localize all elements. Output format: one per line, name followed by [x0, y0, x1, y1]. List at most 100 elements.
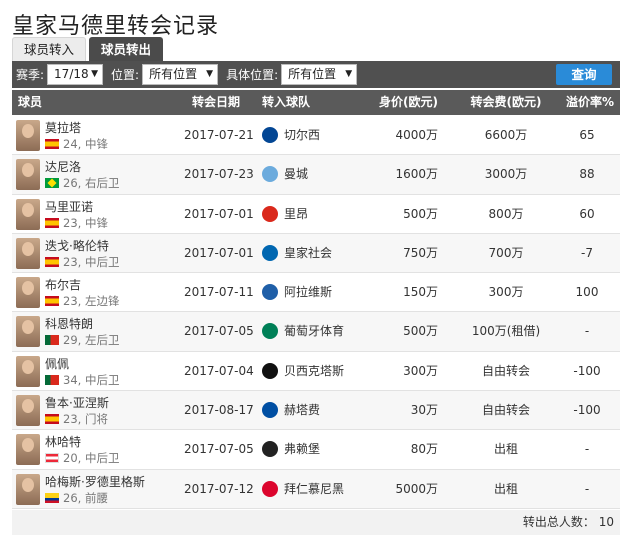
player-info: 23, 中锋: [45, 215, 108, 231]
player-age-position: 20, 中后卫: [63, 451, 120, 466]
player-avatar[interactable]: [16, 355, 40, 387]
player-age-position: 23, 门将: [63, 412, 108, 427]
player-info: 26, 前腰: [45, 490, 108, 506]
transfer-fee: 700万: [488, 245, 524, 260]
premium-rate: -: [584, 481, 590, 496]
transfer-date: 2017-07-11: [184, 285, 254, 300]
player-name[interactable]: 科恩特朗: [45, 315, 93, 332]
club-name[interactable]: 赫塔费: [284, 391, 320, 429]
premium-rate: -7: [581, 245, 593, 260]
premium-rate: -: [584, 442, 590, 457]
table-row[interactable]: 佩佩 34, 中后卫 2017-07-04 贝西克塔斯 300万 自由转会 -100: [12, 352, 620, 392]
player-name[interactable]: 哈梅斯·罗德里格斯: [45, 473, 145, 490]
player-avatar[interactable]: [16, 159, 40, 191]
player-name[interactable]: 迭戈·略伦特: [45, 237, 109, 254]
player-age-position: 24, 中锋: [63, 137, 108, 151]
transfer-date: 2017-07-21: [184, 128, 254, 142]
club-badge-icon: [262, 166, 278, 183]
player-info: 23, 门将: [45, 411, 108, 427]
query-button[interactable]: 查询: [556, 64, 612, 85]
player-avatar[interactable]: [16, 120, 40, 151]
club-badge-icon: [262, 284, 278, 301]
transfer-date: 2017-07-12: [184, 481, 254, 496]
tab-transfers-in[interactable]: 球员转入: [12, 37, 87, 61]
player-name[interactable]: 林哈特: [45, 433, 81, 450]
transfer-fee: 出租: [493, 481, 518, 496]
club-name[interactable]: 里昂: [284, 195, 308, 233]
season-select[interactable]: 17/18 ▼: [47, 64, 104, 85]
table-row[interactable]: 林哈特 20, 中后卫 2017-07-05 弗赖堡 80万 出租 -: [12, 430, 620, 470]
premium-rate: 100: [575, 285, 599, 300]
player-info: 20, 中后卫: [45, 450, 119, 466]
club-name[interactable]: 贝西克塔斯: [284, 352, 344, 390]
player-age-position: 29, 左后卫: [63, 333, 120, 348]
club-name[interactable]: 拜仁慕尼黑: [284, 470, 344, 508]
tab-transfers-out[interactable]: 球员转出: [89, 37, 164, 61]
detail-position-label: 具体位置:: [226, 68, 279, 82]
market-value: 150万: [403, 285, 438, 300]
player-avatar[interactable]: [16, 473, 40, 505]
club-name[interactable]: 阿拉维斯: [284, 273, 332, 311]
transfer-table: 莫拉塔 24, 中锋 2017-07-21 切尔西 4000万 6600万 65 达尼洛 26,…: [12, 116, 620, 509]
header-value: 身价(欧元): [379, 95, 438, 109]
player-age-position: 26, 前腰: [63, 490, 108, 505]
transfer-fee: 出租: [493, 442, 518, 457]
chevron-down-icon: ▼: [345, 69, 353, 79]
player-avatar[interactable]: [16, 316, 40, 348]
premium-rate: 60: [579, 206, 595, 221]
transfer-date: 2017-07-04: [184, 363, 254, 378]
player-name[interactable]: 莫拉塔: [45, 119, 81, 136]
header-fee: 转会费(欧元): [470, 95, 542, 109]
player-name[interactable]: 佩佩: [45, 355, 69, 372]
flag-icon: [45, 335, 59, 346]
transfer-fee: 800万: [488, 206, 524, 221]
market-value: 1600万: [395, 167, 438, 182]
market-value: 30万: [410, 403, 438, 418]
position-select-value: 所有位置: [149, 67, 198, 81]
player-age-position: 23, 左边锋: [63, 294, 120, 309]
player-info: 26, 右后卫: [45, 175, 119, 191]
club-name[interactable]: 切尔西: [284, 116, 320, 154]
player-name[interactable]: 马里亚诺: [45, 198, 93, 215]
club-badge-icon: [262, 402, 278, 419]
table-row[interactable]: 迭戈·略伦特 23, 中后卫 2017-07-01 皇家社会 750万 700万 -7: [12, 233, 620, 274]
premium-rate: -100: [573, 363, 601, 378]
player-name[interactable]: 布尔吉: [45, 276, 81, 293]
player-avatar[interactable]: [16, 277, 40, 309]
header-player: 球员: [18, 95, 43, 109]
player-avatar[interactable]: [16, 237, 40, 269]
player-avatar[interactable]: [16, 395, 40, 427]
premium-rate: 65: [579, 128, 595, 142]
player-info: 23, 中后卫: [45, 254, 119, 270]
table-row[interactable]: 马里亚诺 23, 中锋 2017-07-01 里昂 500万 800万 60: [12, 195, 620, 234]
player-name[interactable]: 鲁本·亚涅斯: [45, 394, 109, 411]
player-name[interactable]: 达尼洛: [45, 158, 81, 175]
transfer-fee: 300万: [488, 285, 524, 300]
market-value: 80万: [410, 442, 438, 457]
table-header: 球员 转会日期 转入球队 身价(欧元) 转会费(欧元) 溢价率%: [12, 90, 620, 115]
position-select[interactable]: 所有位置 ▼: [142, 64, 219, 85]
detail-position-select[interactable]: 所有位置 ▼: [281, 64, 358, 85]
market-value: 500万: [403, 206, 438, 221]
flag-icon: [45, 256, 59, 267]
flag-icon: [45, 178, 59, 189]
table-row[interactable]: 科恩特朗 29, 左后卫 2017-07-05 葡萄牙体育 500万 100万(租借) -: [12, 312, 620, 352]
season-select-value: 17/18: [54, 67, 89, 81]
table-row[interactable]: 达尼洛 26, 右后卫 2017-07-23 曼城 1600万 3000万 88: [12, 155, 620, 195]
transfer-date: 2017-07-05: [184, 324, 254, 339]
table-row[interactable]: 鲁本·亚涅斯 23, 门将 2017-08-17 赫塔费 30万 自由转会 -100: [12, 391, 620, 431]
club-name[interactable]: 弗赖堡: [284, 430, 320, 468]
club-name[interactable]: 曼城: [284, 155, 308, 193]
club-name[interactable]: 皇家社会: [284, 234, 332, 272]
player-avatar[interactable]: [16, 434, 40, 466]
club-badge-icon: [262, 127, 278, 143]
club-name[interactable]: 葡萄牙体育: [284, 312, 344, 350]
table-row[interactable]: 莫拉塔 24, 中锋 2017-07-21 切尔西 4000万 6600万 65: [12, 116, 620, 156]
market-value: 750万: [403, 245, 438, 260]
market-value: 5000万: [395, 481, 438, 496]
table-row[interactable]: 布尔吉 23, 左边锋 2017-07-11 阿拉维斯 150万 300万 100: [12, 273, 620, 313]
player-avatar[interactable]: [16, 198, 40, 230]
club-badge-icon: [262, 441, 278, 458]
table-row[interactable]: 哈梅斯·罗德里格斯 26, 前腰 2017-07-12 拜仁慕尼黑 5000万 出租 -: [12, 469, 620, 509]
flag-icon: [45, 492, 59, 503]
